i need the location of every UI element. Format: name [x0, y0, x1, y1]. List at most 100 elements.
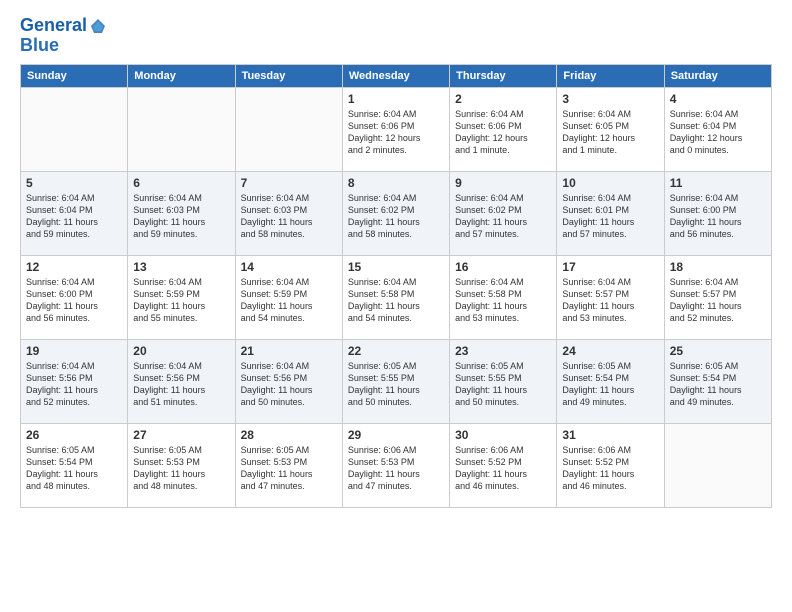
calendar-cell: 29Sunrise: 6:06 AM Sunset: 5:53 PM Dayli…	[342, 423, 449, 507]
calendar-cell: 3 Sunrise: 6:04 AM Sunset: 6:05 PM Daylig…	[557, 87, 664, 171]
day-header-monday: Monday	[128, 64, 235, 87]
day-header-tuesday: Tuesday	[235, 64, 342, 87]
cell-info: Sunrise: 6:04 AM Sunset: 6:03 PM Dayligh…	[241, 192, 337, 241]
day-header-row: SundayMondayTuesdayWednesdayThursdayFrid…	[21, 64, 772, 87]
calendar-cell	[21, 87, 128, 171]
day-number: 1	[348, 92, 444, 106]
day-number: 28	[241, 428, 337, 442]
cell-info: Sunrise: 6:04 AM Sunset: 6:04 PM Dayligh…	[26, 192, 122, 241]
day-number: 21	[241, 344, 337, 358]
calendar-cell: 18Sunrise: 6:04 AM Sunset: 5:57 PM Dayli…	[664, 255, 771, 339]
cell-info: Sunrise: 6:05 AM Sunset: 5:55 PM Dayligh…	[348, 360, 444, 409]
calendar-cell: 16 Sunrise: 6:04 AM Sunset: 5:58 PM Dayli…	[450, 255, 557, 339]
calendar-cell: 7 Sunrise: 6:04 AM Sunset: 6:03 PM Daylig…	[235, 171, 342, 255]
calendar-cell: 21 Sunrise: 6:04 AM Sunset: 5:56 PM Dayli…	[235, 339, 342, 423]
cell-info: Sunrise: 6:04 AM Sunset: 5:59 PM Dayligh…	[241, 276, 337, 325]
cell-info: Sunrise: 6:04 AM Sunset: 6:00 PM Dayligh…	[26, 276, 122, 325]
day-number: 9	[455, 176, 551, 190]
day-number: 24	[562, 344, 658, 358]
week-row-1: 1 Sunrise: 6:04 AM Sunset: 6:06 PM Daylig…	[21, 87, 772, 171]
day-header-sunday: Sunday	[21, 64, 128, 87]
calendar-cell: 12 Sunrise: 6:04 AM Sunset: 6:00 PM Dayli…	[21, 255, 128, 339]
cell-info: Sunrise: 6:05 AM Sunset: 5:55 PM Dayligh…	[455, 360, 551, 409]
cell-info: Sunrise: 6:05 AM Sunset: 5:54 PM Dayligh…	[26, 444, 122, 493]
calendar-cell	[664, 423, 771, 507]
calendar-page: General Blue SundayMondayTuesdayWednesda…	[0, 0, 792, 612]
cell-info: Sunrise: 6:04 AM Sunset: 5:58 PM Dayligh…	[455, 276, 551, 325]
calendar-cell: 20 Sunrise: 6:04 AM Sunset: 5:56 PM Dayli…	[128, 339, 235, 423]
day-number: 14	[241, 260, 337, 274]
cell-info: Sunrise: 6:06 AM Sunset: 5:53 PM Dayligh…	[348, 444, 444, 493]
cell-info: Sunrise: 6:04 AM Sunset: 6:03 PM Dayligh…	[133, 192, 229, 241]
calendar-cell: 31 Sunrise: 6:06 AM Sunset: 5:52 PM Dayli…	[557, 423, 664, 507]
cell-info: Sunrise: 6:05 AM Sunset: 5:54 PM Dayligh…	[670, 360, 766, 409]
day-number: 25	[670, 344, 766, 358]
calendar-cell	[128, 87, 235, 171]
calendar-cell: 22 Sunrise: 6:05 AM Sunset: 5:55 PM Dayli…	[342, 339, 449, 423]
logo: General Blue	[20, 16, 107, 56]
calendar-cell: 28 Sunrise: 6:05 AM Sunset: 5:53 PM Dayli…	[235, 423, 342, 507]
day-number: 15	[348, 260, 444, 274]
cell-info: Sunrise: 6:04 AM Sunset: 5:59 PM Dayligh…	[133, 276, 229, 325]
day-number: 7	[241, 176, 337, 190]
day-number: 16	[455, 260, 551, 274]
calendar-cell: 25 Sunrise: 6:05 AM Sunset: 5:54 PM Dayli…	[664, 339, 771, 423]
calendar-cell: 27 Sunrise: 6:05 AM Sunset: 5:53 PM Dayli…	[128, 423, 235, 507]
calendar-cell: 13Sunrise: 6:04 AM Sunset: 5:59 PM Dayli…	[128, 255, 235, 339]
cell-info: Sunrise: 6:04 AM Sunset: 6:01 PM Dayligh…	[562, 192, 658, 241]
day-number: 4	[670, 92, 766, 106]
cell-info: Sunrise: 6:04 AM Sunset: 6:05 PM Dayligh…	[562, 108, 658, 157]
day-header-wednesday: Wednesday	[342, 64, 449, 87]
day-header-friday: Friday	[557, 64, 664, 87]
day-number: 19	[26, 344, 122, 358]
cell-info: Sunrise: 6:04 AM Sunset: 5:58 PM Dayligh…	[348, 276, 444, 325]
calendar-cell: 10 Sunrise: 6:04 AM Sunset: 6:01 PM Dayli…	[557, 171, 664, 255]
day-number: 10	[562, 176, 658, 190]
calendar-cell: 14 Sunrise: 6:04 AM Sunset: 5:59 PM Dayli…	[235, 255, 342, 339]
day-number: 31	[562, 428, 658, 442]
calendar-cell: 11Sunrise: 6:04 AM Sunset: 6:00 PM Dayli…	[664, 171, 771, 255]
calendar-cell: 1Sunrise: 6:04 AM Sunset: 6:06 PM Daylig…	[342, 87, 449, 171]
cell-info: Sunrise: 6:06 AM Sunset: 5:52 PM Dayligh…	[562, 444, 658, 493]
calendar-cell: 26Sunrise: 6:05 AM Sunset: 5:54 PM Dayli…	[21, 423, 128, 507]
page-header: General Blue	[20, 16, 772, 56]
week-row-2: 5 Sunrise: 6:04 AM Sunset: 6:04 PM Daylig…	[21, 171, 772, 255]
calendar-cell	[235, 87, 342, 171]
calendar-cell: 24Sunrise: 6:05 AM Sunset: 5:54 PM Dayli…	[557, 339, 664, 423]
calendar-cell: 23 Sunrise: 6:05 AM Sunset: 5:55 PM Dayli…	[450, 339, 557, 423]
day-number: 5	[26, 176, 122, 190]
week-row-4: 19 Sunrise: 6:04 AM Sunset: 5:56 PM Dayli…	[21, 339, 772, 423]
day-number: 27	[133, 428, 229, 442]
cell-info: Sunrise: 6:04 AM Sunset: 5:56 PM Dayligh…	[26, 360, 122, 409]
cell-info: Sunrise: 6:04 AM Sunset: 6:00 PM Dayligh…	[670, 192, 766, 241]
calendar-cell: 9 Sunrise: 6:04 AM Sunset: 6:02 PM Daylig…	[450, 171, 557, 255]
cell-info: Sunrise: 6:04 AM Sunset: 5:57 PM Dayligh…	[670, 276, 766, 325]
week-row-5: 26Sunrise: 6:05 AM Sunset: 5:54 PM Dayli…	[21, 423, 772, 507]
calendar-cell: 4 Sunrise: 6:04 AM Sunset: 6:04 PM Daylig…	[664, 87, 771, 171]
day-number: 17	[562, 260, 658, 274]
calendar-cell: 19 Sunrise: 6:04 AM Sunset: 5:56 PM Dayli…	[21, 339, 128, 423]
cell-info: Sunrise: 6:05 AM Sunset: 5:53 PM Dayligh…	[133, 444, 229, 493]
cell-info: Sunrise: 6:04 AM Sunset: 5:56 PM Dayligh…	[133, 360, 229, 409]
cell-info: Sunrise: 6:04 AM Sunset: 6:02 PM Dayligh…	[455, 192, 551, 241]
day-header-thursday: Thursday	[450, 64, 557, 87]
day-number: 30	[455, 428, 551, 442]
logo-icon	[89, 17, 107, 35]
cell-info: Sunrise: 6:05 AM Sunset: 5:53 PM Dayligh…	[241, 444, 337, 493]
day-number: 22	[348, 344, 444, 358]
day-header-saturday: Saturday	[664, 64, 771, 87]
day-number: 3	[562, 92, 658, 106]
logo-text: General	[20, 16, 87, 36]
cell-info: Sunrise: 6:04 AM Sunset: 6:06 PM Dayligh…	[455, 108, 551, 157]
cell-info: Sunrise: 6:04 AM Sunset: 5:57 PM Dayligh…	[562, 276, 658, 325]
cell-info: Sunrise: 6:04 AM Sunset: 6:02 PM Dayligh…	[348, 192, 444, 241]
calendar-cell: 17 Sunrise: 6:04 AM Sunset: 5:57 PM Dayli…	[557, 255, 664, 339]
day-number: 12	[26, 260, 122, 274]
day-number: 23	[455, 344, 551, 358]
week-row-3: 12 Sunrise: 6:04 AM Sunset: 6:00 PM Dayli…	[21, 255, 772, 339]
calendar-cell: 30Sunrise: 6:06 AM Sunset: 5:52 PM Dayli…	[450, 423, 557, 507]
cell-info: Sunrise: 6:04 AM Sunset: 5:56 PM Dayligh…	[241, 360, 337, 409]
day-number: 2	[455, 92, 551, 106]
cell-info: Sunrise: 6:04 AM Sunset: 6:04 PM Dayligh…	[670, 108, 766, 157]
day-number: 20	[133, 344, 229, 358]
